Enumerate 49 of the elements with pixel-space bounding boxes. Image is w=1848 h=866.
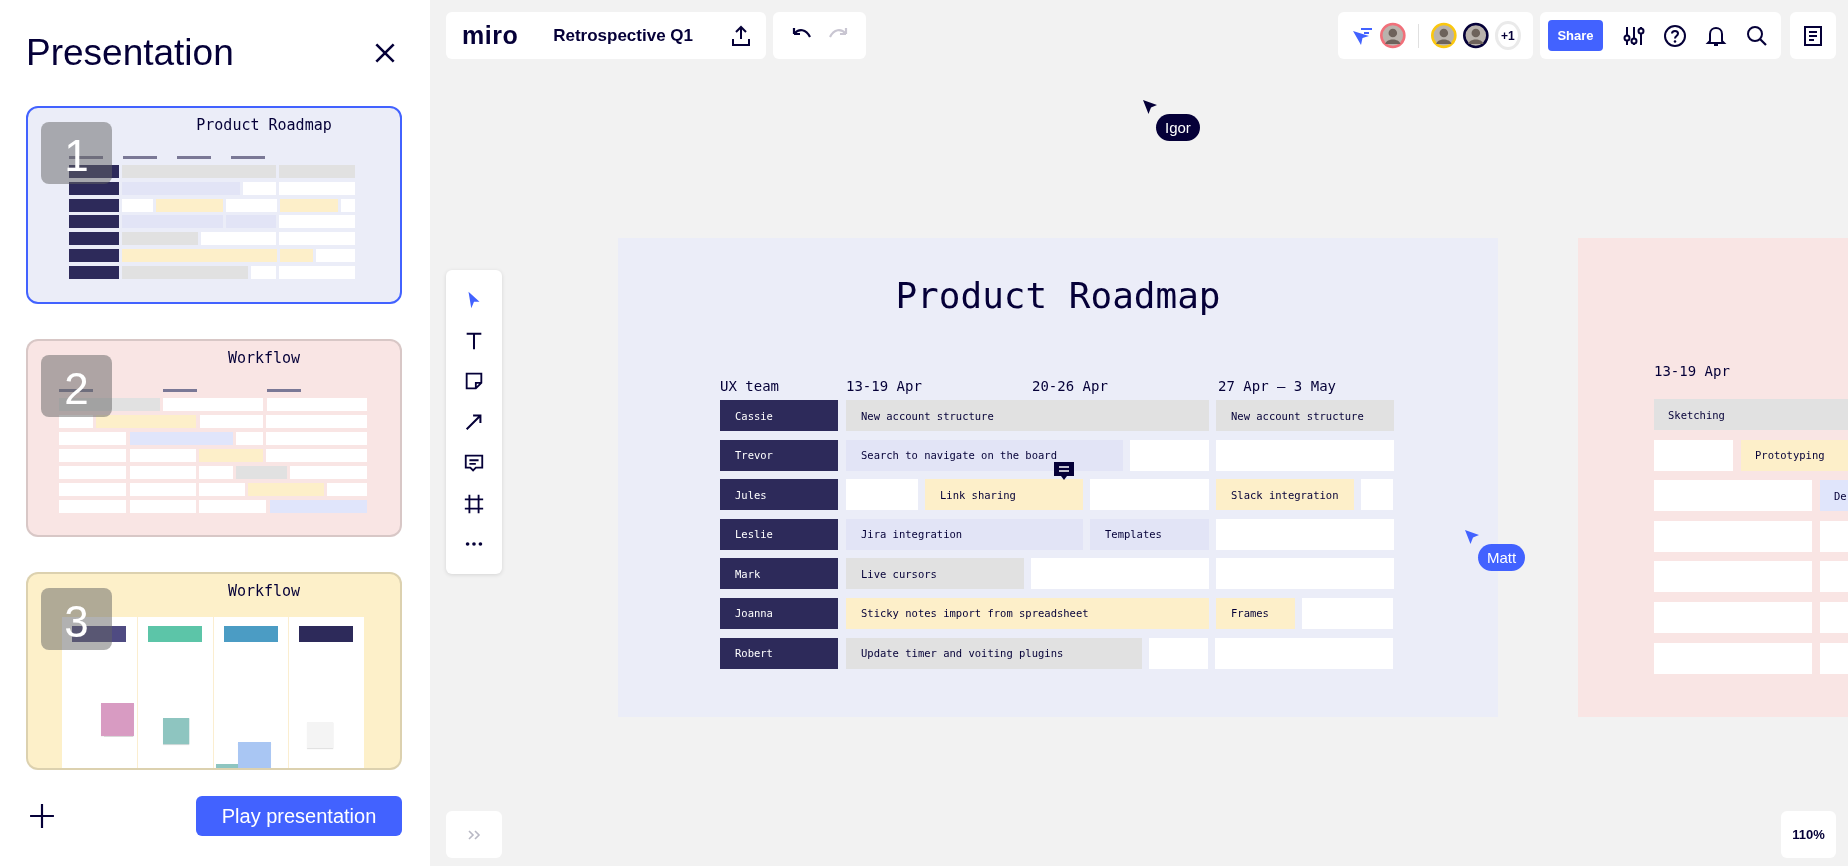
column-heading: 13-19 Apr: [1654, 362, 1730, 381]
empty-slot: [1820, 642, 1848, 674]
cursor-name-label: Igor: [1156, 114, 1200, 141]
task-cell: Frames: [1216, 597, 1295, 629]
frame-title: Product Roadmap: [894, 276, 1222, 316]
task-cell: Sketching: [1654, 399, 1848, 430]
member-name-cell: Robert: [720, 637, 838, 669]
task-cell: Prototyping: [1741, 439, 1848, 471]
task-cell: New account structure: [846, 400, 1209, 431]
document-icon[interactable]: [1801, 23, 1825, 48]
column-heading: 20-26 Apr: [1032, 377, 1109, 396]
slide-title: Workflow: [226, 582, 302, 600]
task-cell: Sticky notes import from spreadsheet: [846, 597, 1209, 629]
more-collaborators-count[interactable]: +1: [1494, 21, 1521, 50]
task-cell: Update timer and voiting plugins: [846, 637, 1142, 669]
column-heading: UX team: [720, 377, 780, 396]
share-button[interactable]: Share: [1548, 20, 1603, 51]
logo[interactable]: miro: [462, 21, 519, 50]
task-cell: Live cursors: [846, 558, 1024, 590]
slide-title: Workflow: [226, 349, 302, 367]
empty-slot: [1820, 601, 1848, 633]
column-heading: 27 Apr – 3 May: [1218, 377, 1337, 396]
task-cell: Search to navigate on the board: [846, 439, 1123, 471]
member-name-cell: Mark: [720, 558, 838, 590]
task-cell: Jira integration: [846, 518, 1083, 550]
search-icon[interactable]: [1745, 23, 1769, 48]
panel-title: Presentation: [26, 32, 234, 74]
play-presentation-button[interactable]: Play presentation: [196, 796, 402, 836]
task-cell: Slack integration: [1216, 479, 1354, 511]
task-cell: Templates: [1090, 518, 1209, 550]
slide-title: Product Roadmap: [195, 116, 333, 134]
task-cell: New account structure: [1216, 400, 1394, 431]
avatar[interactable]: [1463, 21, 1489, 50]
add-icon[interactable]: [29, 803, 55, 829]
empty-slot: [1820, 520, 1848, 552]
frame-icon[interactable]: [463, 492, 485, 515]
member-name-cell: Trevor: [720, 439, 838, 471]
member-name-cell: Leslie: [720, 518, 838, 550]
column-heading: 13-19 Apr: [846, 377, 923, 396]
member-name-cell: Joanna: [720, 597, 838, 629]
help-icon[interactable]: [1663, 23, 1687, 48]
comment-icon[interactable]: [1053, 461, 1075, 482]
cursor-name-label: Matt: [1478, 544, 1526, 571]
task-cell: De: [1820, 480, 1848, 512]
member-name-cell: Cassie: [720, 400, 838, 431]
zoom-level-button[interactable]: 110%: [1781, 811, 1836, 858]
board-title[interactable]: Retrospective Q1: [553, 25, 694, 46]
empty-slot: [1820, 561, 1848, 593]
member-name-cell: Jules: [720, 479, 838, 511]
